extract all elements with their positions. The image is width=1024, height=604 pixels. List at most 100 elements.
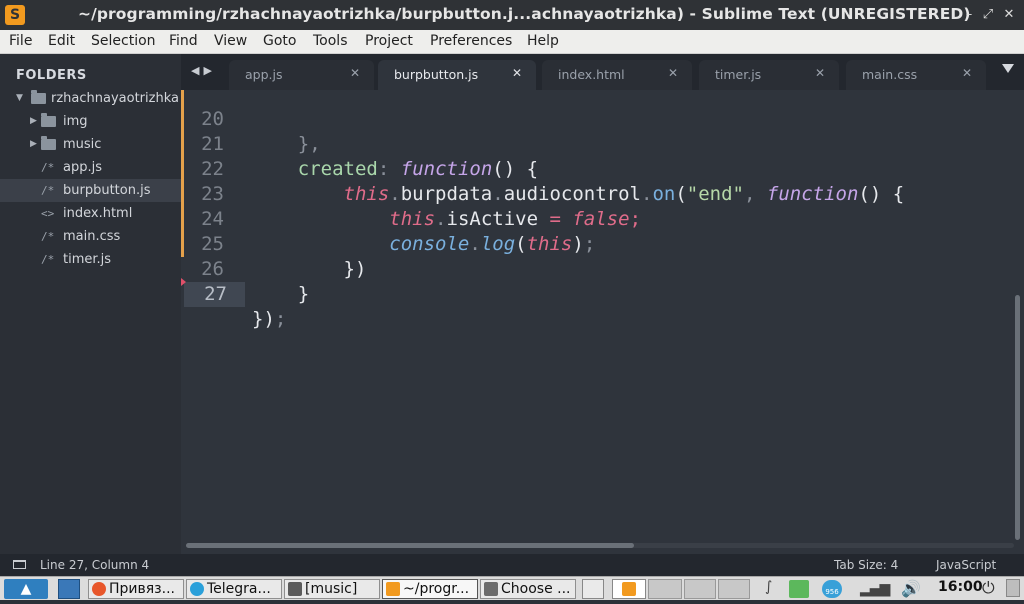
css-file-icon: /* <box>41 230 55 243</box>
tab-index-html[interactable]: index.html ✕ <box>542 60 692 90</box>
tab-close-icon[interactable]: ✕ <box>350 66 360 80</box>
tab-nav-arrows-icon[interactable]: ◀▶ <box>191 64 216 77</box>
tab-app-js[interactable]: app.js ✕ <box>229 60 374 90</box>
network-signal-icon[interactable]: ▂▄▆ <box>860 581 890 597</box>
folder-icon <box>41 113 56 127</box>
task-button[interactable]: Telegra... <box>186 579 282 599</box>
sidebar-item-img[interactable]: ▶ img <box>0 110 181 133</box>
sidebar-item-music[interactable]: ▶ music <box>0 133 181 156</box>
task-button-active[interactable]: ~/progr... <box>382 579 478 599</box>
show-desktop-button[interactable] <box>1006 579 1020 597</box>
update-badge[interactable]: 956 <box>822 580 842 598</box>
sidebar-item-app-js[interactable]: /* app.js <box>0 156 181 179</box>
tab-close-icon[interactable]: ✕ <box>668 66 678 80</box>
power-icon[interactable]: ⏻ <box>982 578 995 598</box>
menu-view[interactable]: View <box>214 33 247 49</box>
tab-size-selector[interactable]: Tab Size: 4 <box>834 554 898 576</box>
sidebar-item-label: rzhachnayaotrizhka <box>51 91 179 106</box>
sidebar-item-label: img <box>63 114 88 129</box>
close-icon[interactable]: ✕ <box>1001 7 1017 23</box>
tab-close-icon[interactable]: ✕ <box>815 66 825 80</box>
code-line: 23 this.isActive = false; <box>181 157 1024 230</box>
sidebar-item-timer-js[interactable]: /* timer.js <box>0 248 181 271</box>
fold-marker-icon <box>181 278 186 286</box>
workspace-2[interactable] <box>648 579 682 599</box>
sidebar-item-index-html[interactable]: <> index.html <box>0 202 181 225</box>
workspace-1[interactable] <box>612 579 646 599</box>
desktop-icon[interactable] <box>58 579 80 599</box>
js-file-icon: /* <box>41 253 55 266</box>
menu-goto[interactable]: Goto <box>263 33 296 49</box>
tab-bar: ◀▶ app.js ✕ burpbutton.js ✕ index.html ✕… <box>181 54 1024 90</box>
menu-tools[interactable]: Tools <box>313 33 348 49</box>
workspace-3[interactable] <box>684 579 716 599</box>
sidebar-item-label: app.js <box>63 160 102 175</box>
task-label: [music] <box>305 581 358 597</box>
bluetooth-icon[interactable]: ∫ <box>765 579 772 595</box>
workspace-switcher[interactable] <box>582 579 604 599</box>
start-menu-icon[interactable]: ▲ <box>4 579 48 599</box>
taskbar: ▲ Привяз... Telegra... [music] ~/progr..… <box>0 576 1024 600</box>
menu-edit[interactable]: Edit <box>48 33 75 49</box>
panel-toggle-icon[interactable] <box>13 560 26 569</box>
task-label: Привяз... <box>109 581 175 597</box>
tab-menu-icon[interactable] <box>1002 64 1014 73</box>
sublime-icon <box>622 582 636 596</box>
title-bar: S ~/programming/rzhachnayaotrizhka/burpb… <box>0 0 1024 30</box>
task-label: ~/progr... <box>403 581 470 597</box>
line-number: 27 <box>184 282 245 307</box>
tab-label: app.js <box>245 67 283 82</box>
menu-preferences[interactable]: Preferences <box>430 33 512 49</box>
telegram-icon <box>190 582 204 596</box>
menu-help[interactable]: Help <box>527 33 559 49</box>
js-file-icon: /* <box>41 184 55 197</box>
maximize-icon[interactable]: ⤢ <box>980 7 996 23</box>
sidebar-item-main-css[interactable]: /* main.css <box>0 225 181 248</box>
tab-timer-js[interactable]: timer.js ✕ <box>699 60 839 90</box>
tab-main-css[interactable]: main.css ✕ <box>846 60 986 90</box>
menu-project[interactable]: Project <box>365 33 413 49</box>
vertical-scrollbar[interactable] <box>1015 295 1020 540</box>
tab-label: timer.js <box>715 67 762 82</box>
tab-close-icon[interactable]: ✕ <box>962 66 972 80</box>
window-title: ~/programming/rzhachnayaotrizhka/burpbut… <box>78 5 971 23</box>
expanded-arrow-icon[interactable]: ▼ <box>16 87 23 110</box>
folder-icon <box>288 582 302 596</box>
cursor-position: Line 27, Column 4 <box>40 558 150 572</box>
status-bar: Line 27, Column 4 Tab Size: 4 JavaScript <box>0 554 1024 576</box>
menu-find[interactable]: Find <box>169 33 198 49</box>
task-label: Telegra... <box>207 581 271 597</box>
task-button[interactable]: [music] <box>284 579 380 599</box>
code-line: 24 console.log(this); <box>181 182 1024 255</box>
battery-icon[interactable] <box>789 580 809 598</box>
code-editor[interactable]: 20 }, 21 created: function() { 22 this.b… <box>181 90 1024 554</box>
workspace-4[interactable] <box>718 579 750 599</box>
task-button[interactable]: Привяз... <box>88 579 184 599</box>
syntax-selector[interactable]: JavaScript <box>936 554 996 576</box>
tab-label: main.css <box>862 67 918 82</box>
sidebar-item-label: burpbutton.js <box>63 183 151 198</box>
sidebar-root-folder[interactable]: ▼ rzhachnayaotrizhka <box>0 87 181 110</box>
collapsed-arrow-icon[interactable]: ▶ <box>30 110 37 133</box>
clock[interactable]: 16:00 <box>938 579 983 595</box>
tab-label: index.html <box>558 67 625 82</box>
sidebar-item-label: timer.js <box>63 252 112 267</box>
menu-file[interactable]: File <box>9 33 32 49</box>
sidebar-item-burpbutton-js[interactable]: /* burpbutton.js <box>0 179 181 202</box>
task-label: Choose ... <box>501 581 571 597</box>
tab-label: burpbutton.js <box>394 67 479 82</box>
sidebar-item-label: index.html <box>63 206 133 221</box>
menu-bar: File Edit Selection Find View Goto Tools… <box>0 30 1024 54</box>
code-line: 25 }) <box>181 207 1024 280</box>
tab-close-icon[interactable]: ✕ <box>512 66 522 80</box>
code-line: 26 } <box>181 232 1024 305</box>
tab-burpbutton-js[interactable]: burpbutton.js ✕ <box>378 60 536 90</box>
horizontal-scrollbar[interactable] <box>186 543 634 548</box>
sidebar-item-label: music <box>63 137 102 152</box>
collapsed-arrow-icon[interactable]: ▶ <box>30 133 37 156</box>
js-file-icon: /* <box>41 161 55 174</box>
volume-icon[interactable]: 🔊 <box>901 579 921 598</box>
task-button[interactable]: Choose ... <box>480 579 576 599</box>
minimize-icon[interactable]: – <box>961 7 977 23</box>
menu-selection[interactable]: Selection <box>91 33 156 49</box>
